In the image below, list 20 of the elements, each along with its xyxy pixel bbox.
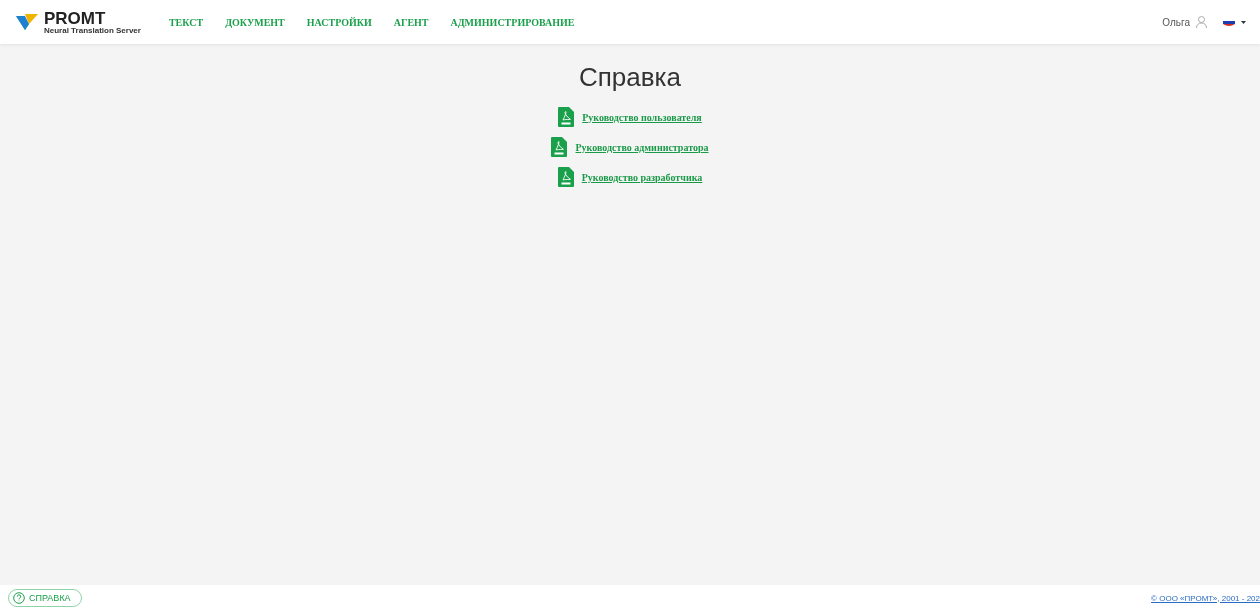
document-link[interactable]: Руководство пользователя — [582, 111, 702, 123]
caret-icon[interactable] — [1241, 20, 1246, 24]
question-icon — [13, 592, 25, 604]
user-name[interactable]: Ольга — [1162, 16, 1190, 28]
nav-link[interactable]: АГЕНТ — [393, 16, 429, 28]
document-link[interactable]: Руководство разработчика — [581, 171, 703, 183]
logo-subtitle: Neural Translation Server — [44, 26, 141, 35]
help-button[interactable]: СПРАВКА — [8, 589, 82, 607]
document-link[interactable]: Руководство администратора — [575, 141, 709, 153]
pdf-file-icon — [557, 167, 574, 187]
copyright-link[interactable]: © ООО «ПРОМТ», 2001 - 202 — [1151, 593, 1260, 603]
pdf-file-icon — [558, 107, 575, 127]
logo-name: PROMT — [44, 9, 107, 27]
nav-link[interactable]: ДОКУМЕНТ — [225, 16, 285, 28]
nav-link[interactable]: НАСТРОЙКИ — [306, 16, 372, 28]
logo-icon — [16, 12, 40, 32]
pdf-file-icon — [551, 137, 568, 157]
nav-link[interactable]: ТЕКСТ — [168, 16, 204, 28]
page-title: Справка — [579, 62, 681, 93]
nav-link[interactable]: АДМИНИСТРИРОВАНИЕ — [450, 16, 575, 28]
